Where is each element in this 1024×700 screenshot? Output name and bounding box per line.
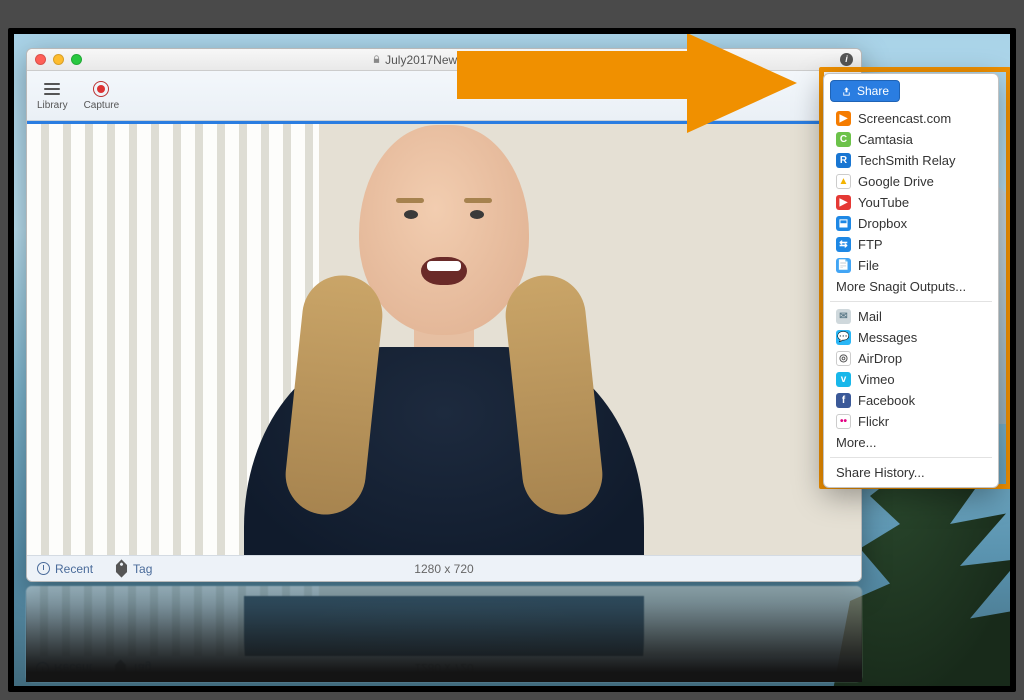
snagit-window: July2017Newsletter.mp4 i Library Capture	[26, 48, 862, 582]
share-item-label: Messages	[858, 330, 917, 345]
statusbar: Recent Tag 1280 x 720	[27, 555, 861, 581]
screencast-icon: ▶	[836, 111, 851, 126]
share-item-camtasia[interactable]: C Camtasia	[830, 129, 992, 150]
menu-item-label: More Snagit Outputs...	[836, 279, 966, 294]
ftp-icon: ⇆	[836, 237, 851, 252]
share-item-gdrive[interactable]: ▲ Google Drive	[830, 171, 992, 192]
dropbox-icon: ⬓	[836, 216, 851, 231]
share-item-facebook[interactable]: f Facebook	[830, 390, 992, 411]
tag-icon	[112, 559, 130, 577]
camtasia-icon: C	[836, 132, 851, 147]
video-preview[interactable]	[27, 124, 861, 555]
mail-icon: ✉	[836, 309, 851, 324]
gdrive-icon: ▲	[836, 174, 851, 189]
recent-label: Recent	[55, 562, 93, 576]
tag-button[interactable]: Tag	[115, 562, 152, 576]
titlebar[interactable]: July2017Newsletter.mp4 i	[27, 49, 861, 71]
share-item-label: Vimeo	[858, 372, 895, 387]
zoom-window-button[interactable]	[71, 54, 82, 65]
more-item[interactable]: More...	[830, 432, 992, 453]
library-label: Library	[37, 100, 68, 111]
record-icon	[90, 80, 112, 98]
share-item-relay[interactable]: R TechSmith Relay	[830, 150, 992, 171]
share-item-screencast[interactable]: ▶ Screencast.com	[830, 108, 992, 129]
more-outputs-item[interactable]: More Snagit Outputs...	[830, 276, 992, 297]
share-item-label: File	[858, 258, 879, 273]
dimensions-label: 1280 x 720	[414, 562, 473, 576]
share-icon	[841, 86, 852, 97]
share-item-youtube[interactable]: ▶ YouTube	[830, 192, 992, 213]
messages-icon: 💬	[836, 330, 851, 345]
share-history-item[interactable]: Share History...	[830, 462, 992, 483]
flickr-icon: ••	[836, 414, 851, 429]
lock-icon	[372, 55, 381, 64]
close-window-button[interactable]	[35, 54, 46, 65]
share-item-flickr[interactable]: •• Flickr	[830, 411, 992, 432]
relay-icon: R	[836, 153, 851, 168]
share-item-label: Dropbox	[858, 216, 907, 231]
desktop-wallpaper: July2017Newsletter.mp4 i Library Capture	[14, 34, 1010, 686]
share-item-dropbox[interactable]: ⬓ Dropbox	[830, 213, 992, 234]
share-item-messages[interactable]: 💬 Messages	[830, 327, 992, 348]
airdrop-icon: ◎	[836, 351, 851, 366]
share-item-airdrop[interactable]: ◎ AirDrop	[830, 348, 992, 369]
tag-label: Tag	[133, 562, 152, 576]
share-item-mail[interactable]: ✉ Mail	[830, 306, 992, 327]
file-icon: 📄	[836, 258, 851, 273]
menu-item-label: More...	[836, 435, 876, 450]
window-title-text: July2017Newsletter.mp4	[385, 53, 516, 67]
share-item-label: YouTube	[858, 195, 909, 210]
minimize-window-button[interactable]	[53, 54, 64, 65]
facebook-icon: f	[836, 393, 851, 408]
share-item-file[interactable]: 📄 File	[830, 255, 992, 276]
share-menu: Share ▶ Screencast.com C Camtasia R TechSmith…	[823, 73, 999, 488]
share-item-label: Flickr	[858, 414, 889, 429]
share-item-label: Google Drive	[858, 174, 934, 189]
menu-item-label: Share History...	[836, 465, 925, 480]
window-controls	[35, 54, 82, 65]
vimeo-icon: v	[836, 372, 851, 387]
info-button[interactable]: i	[840, 53, 853, 66]
share-button[interactable]: Share	[830, 80, 900, 102]
share-item-label: Screencast.com	[858, 111, 951, 126]
share-item-label: Mail	[858, 309, 882, 324]
share-item-ftp[interactable]: ⇆ FTP	[830, 234, 992, 255]
capture-label: Capture	[84, 100, 120, 111]
recent-button[interactable]: Recent	[37, 562, 93, 576]
library-button[interactable]: Library	[37, 80, 68, 111]
window-title: July2017Newsletter.mp4	[27, 53, 861, 67]
hamburger-icon	[41, 80, 63, 98]
share-item-label: AirDrop	[858, 351, 902, 366]
share-button-label: Share	[857, 84, 889, 98]
share-item-label: Camtasia	[858, 132, 913, 147]
capture-button[interactable]: Capture	[84, 80, 120, 111]
share-item-label: Facebook	[858, 393, 915, 408]
reflection-fade	[26, 586, 862, 682]
youtube-icon: ▶	[836, 195, 851, 210]
share-item-vimeo[interactable]: v Vimeo	[830, 369, 992, 390]
share-item-label: FTP	[858, 237, 883, 252]
clock-icon	[37, 562, 50, 575]
screenshot-frame: July2017Newsletter.mp4 i Library Capture	[8, 28, 1016, 692]
share-item-label: TechSmith Relay	[858, 153, 956, 168]
toolbar: Library Capture	[27, 71, 861, 121]
